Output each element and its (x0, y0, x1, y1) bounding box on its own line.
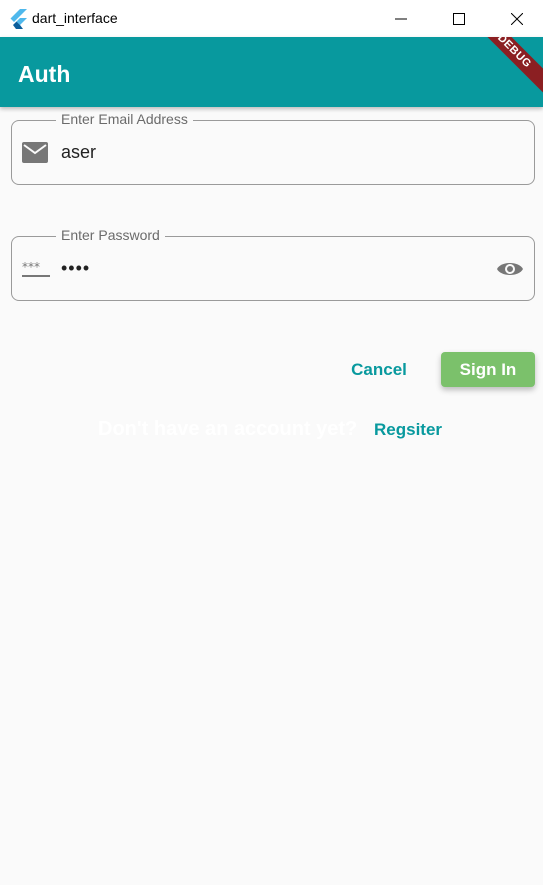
minimize-icon (395, 18, 407, 19)
app-bar: Auth DEBUG (0, 37, 543, 107)
password-icon: *** (22, 261, 50, 277)
password-field[interactable]: Enter Password *** •••• (11, 227, 535, 301)
register-link[interactable]: Regsiter (374, 420, 442, 440)
register-row: Don't have an account yet? Regsiter (0, 417, 543, 445)
svg-text:***: *** (22, 261, 40, 274)
password-field-label: Enter Password (56, 227, 165, 243)
email-input[interactable]: aser (61, 142, 96, 163)
page-title: Auth (18, 61, 71, 87)
no-account-prompt: Don't have an account yet? (98, 418, 358, 440)
visibility-icon[interactable] (496, 258, 524, 280)
close-icon (511, 12, 523, 25)
window-titlebar: dart_interface (0, 0, 543, 37)
flutter-icon (10, 9, 27, 29)
form-actions: Cancel Sign In (0, 352, 543, 388)
maximize-button[interactable] (430, 0, 488, 37)
debug-banner: DEBUG (465, 37, 543, 100)
email-field-label: Enter Email Address (56, 111, 193, 127)
sign-in-button[interactable]: Sign In (441, 352, 535, 387)
password-input[interactable]: •••• (61, 258, 90, 279)
email-icon (22, 142, 48, 163)
close-button[interactable] (488, 0, 543, 37)
window-title: dart_interface (32, 10, 118, 26)
minimize-button[interactable] (372, 0, 430, 37)
cancel-button[interactable]: Cancel (344, 352, 414, 388)
maximize-icon (453, 12, 465, 25)
email-field[interactable]: Enter Email Address aser (11, 111, 535, 185)
